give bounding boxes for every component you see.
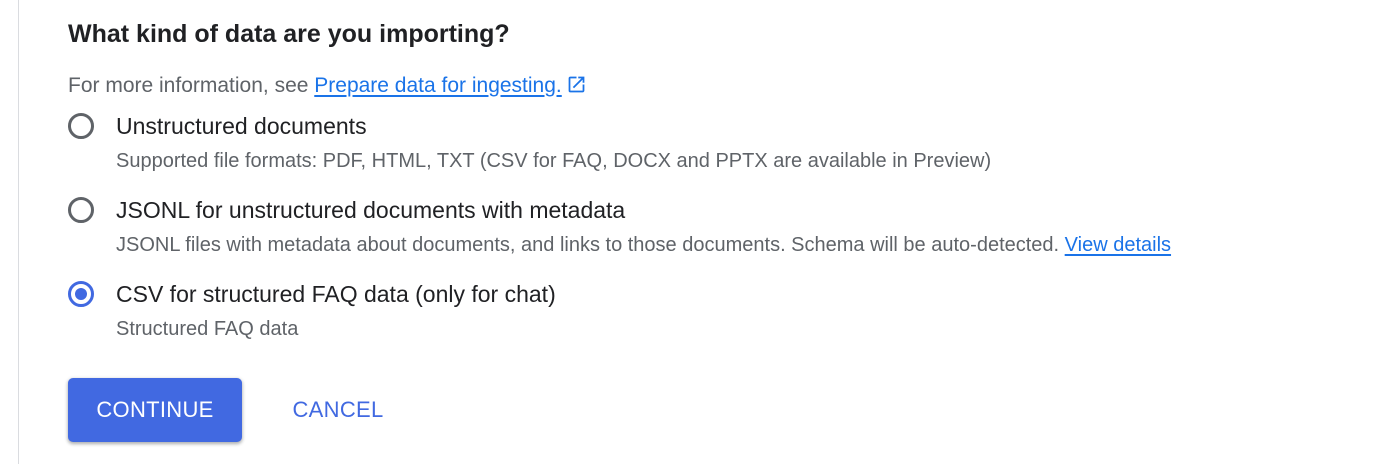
continue-button[interactable]: CONTINUE <box>68 378 242 442</box>
left-divider <box>18 0 19 464</box>
option-csv-faq[interactable]: CSV for structured FAQ data (only for ch… <box>68 278 1382 354</box>
option-label: CSV for structured FAQ data (only for ch… <box>116 281 556 307</box>
info-text: For more information, see Prepare data f… <box>68 72 587 103</box>
cancel-button[interactable]: CANCEL <box>264 378 412 442</box>
option-unstructured-documents[interactable]: Unstructured documents Supported file fo… <box>68 110 1382 186</box>
option-description: Supported file formats: PDF, HTML, TXT (… <box>116 150 992 172</box>
section-title: What kind of data are you importing? <box>68 20 510 48</box>
open-in-new-icon[interactable] <box>566 74 587 103</box>
radio-csv-faq[interactable] <box>68 281 94 307</box>
option-label: JSONL for unstructured documents with me… <box>116 197 626 223</box>
radio-jsonl-metadata[interactable] <box>68 197 94 223</box>
info-prefix: For more information, see <box>68 74 315 97</box>
option-description-container: JSONL files with metadata about document… <box>116 231 1171 259</box>
view-details-link[interactable]: View details <box>1065 234 1171 256</box>
option-description: JSONL files with metadata about document… <box>116 234 1065 256</box>
option-label: Unstructured documents <box>116 113 367 139</box>
prepare-data-link[interactable]: Prepare data for ingesting. <box>314 74 562 97</box>
import-data-page: What kind of data are you importing? For… <box>0 0 1382 464</box>
option-jsonl-metadata[interactable]: JSONL for unstructured documents with me… <box>68 194 1382 270</box>
radio-unstructured-documents[interactable] <box>68 113 94 139</box>
option-description: Structured FAQ data <box>116 318 299 340</box>
